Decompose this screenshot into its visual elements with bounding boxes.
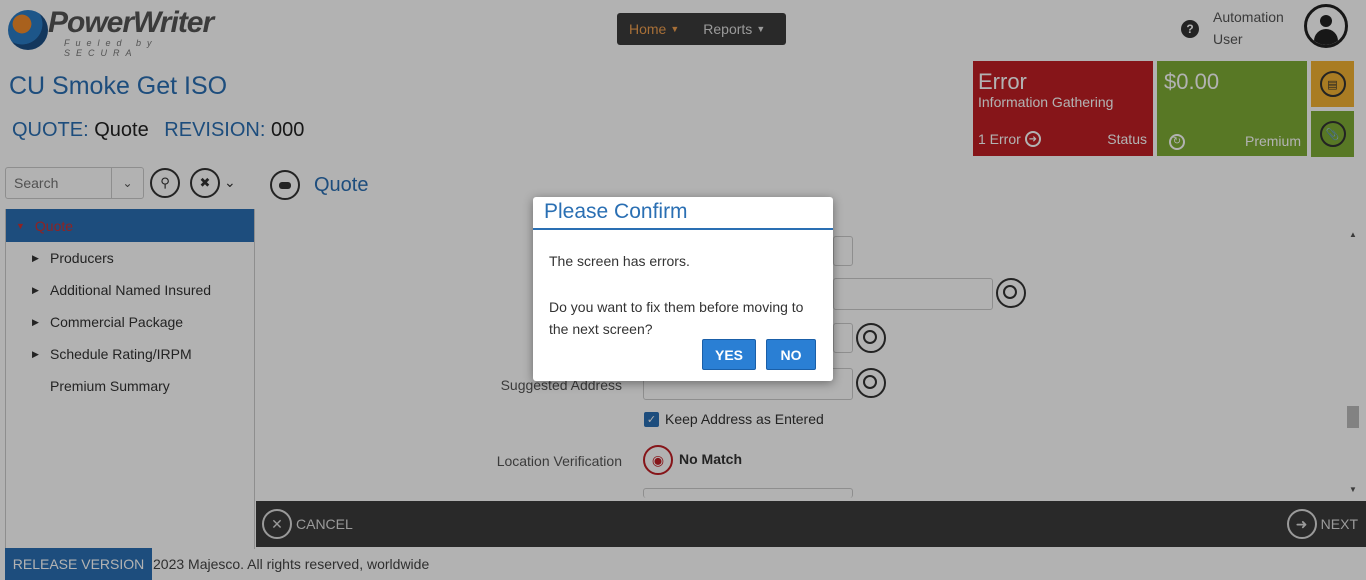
dialog-title: Please Confirm — [544, 200, 688, 223]
dialog-message-question: Do you want to fix them before moving to… — [549, 299, 804, 337]
no-button[interactable]: NO — [766, 339, 816, 370]
yes-button[interactable]: YES — [702, 339, 756, 370]
dialog-divider — [533, 228, 833, 230]
confirm-dialog: Please Confirm The screen has errors. Do… — [533, 197, 833, 381]
dialog-message-errors: The screen has errors. — [549, 253, 690, 269]
